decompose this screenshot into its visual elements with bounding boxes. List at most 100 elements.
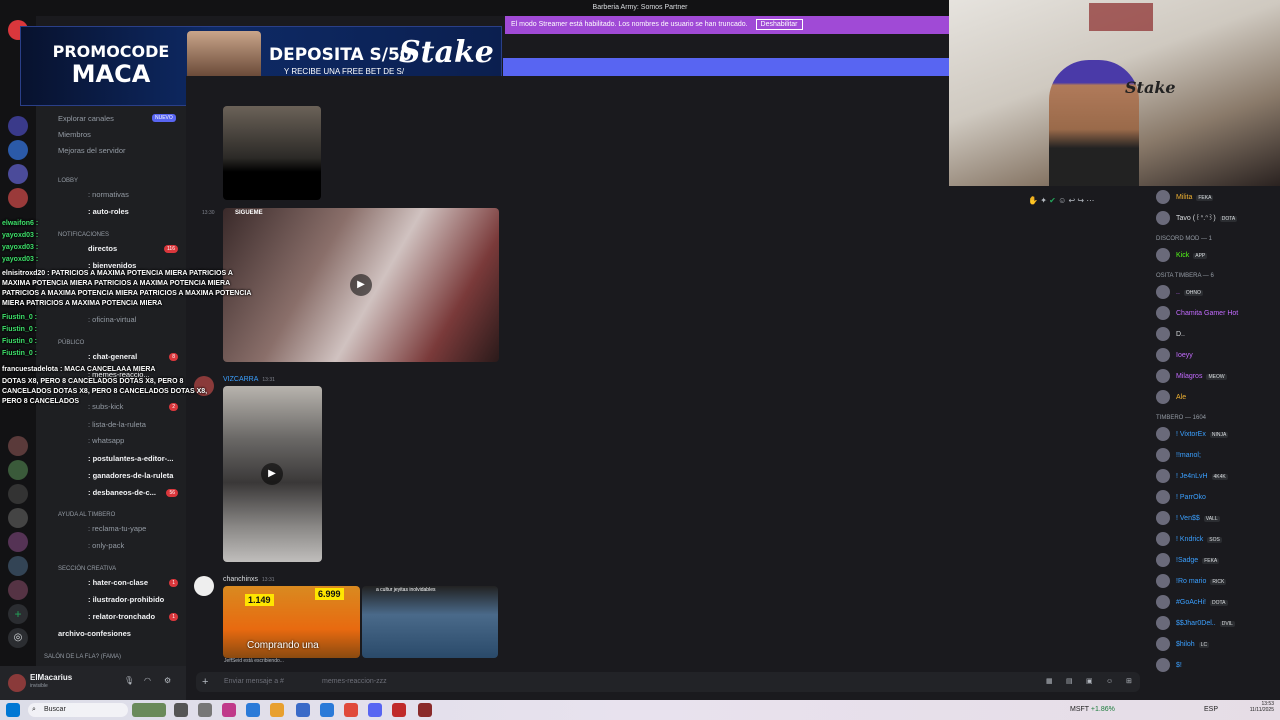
video-attachment[interactable]: SIGUEME ▶	[223, 208, 499, 362]
clock[interactable]: 13:53 11/11/2025	[1226, 701, 1274, 713]
channel-lista-de-la-ruleta[interactable]: : lista-de-la-ruleta	[88, 418, 146, 432]
app-icon[interactable]	[222, 703, 236, 717]
sticker-icon[interactable]: ▣	[1086, 672, 1093, 692]
app-icon[interactable]	[418, 703, 432, 717]
avatar[interactable]	[194, 576, 214, 596]
server-title: Barberia Army: Somos Partner	[592, 4, 688, 11]
member-item[interactable]: Tavo (꒰ᐢ.ᐢ꒱) DOTA	[1156, 211, 1238, 227]
task-view-icon[interactable]	[174, 703, 188, 717]
gift-icon[interactable]: ▦	[1046, 672, 1053, 692]
apps-icon[interactable]: ⊞	[1126, 672, 1132, 692]
member-item[interactable]: $hiloh LC	[1156, 637, 1210, 653]
start-icon[interactable]	[6, 703, 20, 717]
widgets-icon[interactable]	[132, 703, 166, 717]
explore-channels[interactable]: Explorar canales	[58, 112, 114, 126]
forward-icon[interactable]: ↪	[1077, 196, 1084, 205]
member-item[interactable]: !Ro mario RICK	[1156, 574, 1227, 590]
server-icon[interactable]	[8, 508, 28, 528]
server-icon[interactable]	[8, 116, 28, 136]
store-icon[interactable]	[296, 703, 310, 717]
member-item[interactable]: Kick APP	[1156, 248, 1208, 264]
message-author[interactable]: chanchinxs 13:31	[223, 576, 275, 583]
channel-postulantes[interactable]: : postulantes-a-editor-...	[88, 452, 173, 466]
channel-ilustrador[interactable]: : ilustrador-prohibido	[88, 593, 164, 607]
check-reaction-icon[interactable]: ✔	[1049, 196, 1056, 205]
play-icon[interactable]: ▶	[350, 274, 372, 296]
channel-reclama-tu-yape[interactable]: : reclama-tu-yape	[88, 522, 146, 536]
member-item[interactable]: Ioeyy	[1156, 348, 1193, 364]
headphones-icon[interactable]: ◠	[144, 676, 151, 685]
server-icon[interactable]	[8, 164, 28, 184]
disable-streamer-button[interactable]: Deshabilitar	[755, 19, 803, 30]
member-item[interactable]: Milita FEKA	[1156, 190, 1214, 206]
channel-only-pack[interactable]: : only-pack	[88, 539, 124, 553]
member-item[interactable]: ! ParrOko	[1156, 490, 1206, 506]
server-icon[interactable]	[8, 436, 28, 456]
member-item[interactable]: Milagros MEOW	[1156, 369, 1227, 385]
edge-icon[interactable]	[246, 703, 260, 717]
category-lobby[interactable]: LOBBY	[58, 178, 78, 184]
server-boosts-link[interactable]: Mejoras del servidor	[58, 144, 126, 158]
category-ayuda[interactable]: AYUDA AL TIMBERO	[58, 512, 115, 518]
image-attachment[interactable]: 1.149 6.999 Comprando una	[223, 586, 360, 658]
settings-gear-icon[interactable]: ⚙	[164, 676, 171, 685]
mail-icon[interactable]	[320, 703, 334, 717]
avatar[interactable]	[8, 674, 26, 692]
server-icon[interactable]	[8, 580, 28, 600]
add-reaction-icon[interactable]: ☺	[1058, 196, 1066, 205]
member-item[interactable]: $!	[1156, 658, 1182, 674]
member-item[interactable]: ! Je4nLvH 4K4K	[1156, 469, 1228, 485]
emoji-icon[interactable]: ☺	[1106, 672, 1113, 692]
chrome-icon[interactable]	[344, 703, 358, 717]
channel-whatsapp[interactable]: : whatsapp	[88, 434, 124, 448]
obs-icon[interactable]	[392, 703, 406, 717]
channel-auto-roles[interactable]: : auto-roles	[88, 205, 129, 219]
server-icon[interactable]	[8, 460, 28, 480]
category-salon[interactable]: SALÓN DE LA FLA? (FAMA)	[44, 654, 121, 660]
discord-icon[interactable]	[368, 703, 382, 717]
member-item[interactable]: !!manol;	[1156, 448, 1201, 464]
server-icon[interactable]	[8, 188, 28, 208]
server-icon[interactable]	[8, 140, 28, 160]
hand-reaction-icon[interactable]: ✋	[1028, 196, 1038, 205]
member-item[interactable]: Ale	[1156, 390, 1186, 406]
members-link[interactable]: Miembros	[58, 128, 91, 142]
play-icon[interactable]: ▶	[261, 463, 283, 485]
member-item[interactable]: ! VixtorEx NINJA	[1156, 427, 1229, 443]
channel-normativas[interactable]: : normativas	[88, 188, 129, 202]
add-server-icon[interactable]: +	[8, 604, 28, 624]
stock-ticker[interactable]: MSFT +1.86%	[1070, 706, 1115, 713]
folder-icon[interactable]	[270, 703, 284, 717]
video-attachment[interactable]: ▶	[223, 386, 322, 562]
channel-ganadores[interactable]: : ganadores-de-la-ruleta	[88, 469, 173, 483]
language-indicator[interactable]: ESP	[1204, 706, 1218, 713]
channel-relator[interactable]: : relator-tronchado	[88, 610, 155, 624]
member-item[interactable]: D..	[1156, 327, 1185, 343]
channel-archivo-confesiones[interactable]: archivo-confesiones	[58, 627, 131, 641]
category-creativa[interactable]: SECCIÓN CREATIVA	[58, 566, 116, 572]
channel-hater-con-clase[interactable]: : hater-con-clase	[88, 576, 148, 590]
more-icon[interactable]: ⋯	[1086, 196, 1094, 205]
member-item[interactable]: Chamita Gamer Hot	[1156, 306, 1238, 322]
video-attachment[interactable]	[223, 106, 321, 200]
discover-icon[interactable]: ◎	[8, 628, 28, 648]
member-item[interactable]: .. OHNO	[1156, 285, 1203, 301]
search-box[interactable]: ⌕ Buscar	[28, 703, 128, 717]
member-item[interactable]: ! Ven$$ VALL	[1156, 511, 1220, 527]
member-item[interactable]: !Sadge FEKA	[1156, 553, 1220, 569]
add-attachment-icon[interactable]: +	[202, 672, 208, 692]
member-item[interactable]: ! Kndrick SOS	[1156, 532, 1222, 548]
channel-desbaneos[interactable]: : desbaneos-de-c...	[88, 486, 156, 500]
member-item[interactable]: #GoAcHi! DOTA	[1156, 595, 1228, 611]
reply-icon[interactable]: ↩	[1068, 196, 1075, 205]
microphone-icon[interactable]: 🎙	[124, 676, 134, 685]
server-icon[interactable]	[8, 532, 28, 552]
file-explorer-icon[interactable]	[198, 703, 212, 717]
gif-icon[interactable]: ▤	[1066, 672, 1073, 692]
server-icon[interactable]	[8, 484, 28, 504]
server-icon[interactable]	[8, 556, 28, 576]
video-attachment[interactable]: a cultur jeyitas inolvidables	[362, 586, 498, 658]
message-composer[interactable]: + Enviar mensaje a # memes-reaccion-zzz …	[196, 672, 1140, 692]
member-item[interactable]: $$Jhar0Del.. DVIL	[1156, 616, 1235, 632]
reaction-icon[interactable]: ✦	[1040, 196, 1047, 205]
